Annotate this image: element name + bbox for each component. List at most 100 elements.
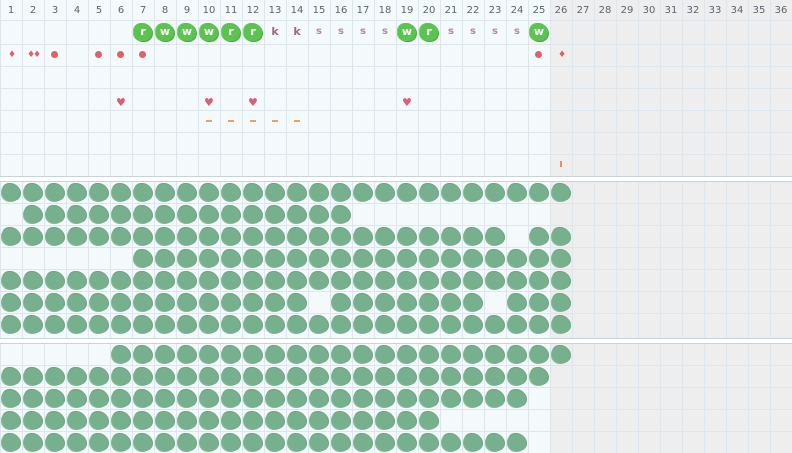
status-letter-k[interactable]: k bbox=[286, 23, 308, 41]
status-badge-w[interactable]: w bbox=[178, 23, 196, 41]
section-1-blob[interactable] bbox=[376, 294, 394, 311]
section-1-blob[interactable] bbox=[332, 184, 350, 201]
section-1-blob[interactable] bbox=[90, 184, 108, 201]
section-2-blob[interactable] bbox=[266, 412, 284, 429]
column-header[interactable]: 18 bbox=[374, 0, 396, 20]
section-2-blob[interactable] bbox=[288, 346, 306, 363]
status-letter-s[interactable]: s bbox=[352, 23, 374, 41]
section-2-blob[interactable] bbox=[156, 412, 174, 429]
section-2-blob[interactable] bbox=[420, 368, 438, 385]
column-header[interactable]: 27 bbox=[572, 0, 594, 20]
section-2-blob[interactable] bbox=[486, 368, 504, 385]
column-header[interactable]: 9 bbox=[176, 0, 198, 20]
status-letter-s[interactable]: s bbox=[308, 23, 330, 41]
section-1-blob[interactable] bbox=[420, 272, 438, 289]
section-2-blob[interactable] bbox=[46, 390, 64, 407]
column-header[interactable]: 28 bbox=[594, 0, 616, 20]
section-1-blob[interactable] bbox=[222, 250, 240, 267]
section-1-blob[interactable] bbox=[354, 228, 372, 245]
section-2-blob[interactable] bbox=[200, 434, 218, 451]
section-1-blob[interactable] bbox=[310, 316, 328, 333]
section-2-blob[interactable] bbox=[508, 346, 526, 363]
section-2-blob[interactable] bbox=[332, 434, 350, 451]
section-1-blob[interactable] bbox=[2, 228, 20, 245]
status-letter-s[interactable]: s bbox=[506, 23, 528, 41]
column-header[interactable]: 19 bbox=[396, 0, 418, 20]
section-1-blob[interactable] bbox=[464, 184, 482, 201]
section-1-blob[interactable] bbox=[552, 184, 570, 201]
section-2-blob[interactable] bbox=[420, 434, 438, 451]
section-1-blob[interactable] bbox=[134, 184, 152, 201]
section-2-blob[interactable] bbox=[2, 434, 20, 451]
section-2-blob[interactable] bbox=[354, 368, 372, 385]
section-2-blob[interactable] bbox=[90, 412, 108, 429]
section-2-blob[interactable] bbox=[68, 412, 86, 429]
drop-icon[interactable]: ♦ bbox=[8, 50, 16, 60]
section-1-blob[interactable] bbox=[552, 294, 570, 311]
status-badge-w[interactable]: w bbox=[530, 23, 548, 41]
section-1-blob[interactable] bbox=[442, 272, 460, 289]
section-2-blob[interactable] bbox=[398, 412, 416, 429]
section-2-blob[interactable] bbox=[398, 434, 416, 451]
section-1-blob[interactable] bbox=[112, 228, 130, 245]
section-1-blob[interactable] bbox=[46, 294, 64, 311]
section-1-blob[interactable] bbox=[112, 206, 130, 223]
section-1-blob[interactable] bbox=[200, 272, 218, 289]
section-1-blob[interactable] bbox=[376, 228, 394, 245]
dash-marker[interactable] bbox=[206, 120, 212, 122]
marker-dot[interactable] bbox=[95, 51, 102, 58]
section-1-blob[interactable] bbox=[266, 206, 284, 223]
section-2-blob[interactable] bbox=[244, 412, 262, 429]
section-1-blob[interactable] bbox=[178, 250, 196, 267]
status-letter-s[interactable]: s bbox=[330, 23, 352, 41]
section-1-blob[interactable] bbox=[112, 272, 130, 289]
section-1-blob[interactable] bbox=[156, 272, 174, 289]
section-1-blob[interactable] bbox=[376, 316, 394, 333]
status-badge-r[interactable]: r bbox=[222, 23, 240, 41]
section-1-blob[interactable] bbox=[442, 228, 460, 245]
section-1-blob[interactable] bbox=[310, 184, 328, 201]
column-header[interactable]: 16 bbox=[330, 0, 352, 20]
section-1-blob[interactable] bbox=[222, 206, 240, 223]
section-2-blob[interactable] bbox=[200, 346, 218, 363]
section-1-blob[interactable] bbox=[200, 316, 218, 333]
section-1-blob[interactable] bbox=[420, 250, 438, 267]
section-1-blob[interactable] bbox=[288, 294, 306, 311]
section-1-blob[interactable] bbox=[266, 316, 284, 333]
section-1-blob[interactable] bbox=[508, 272, 526, 289]
section-2-blob[interactable] bbox=[178, 434, 196, 451]
section-2-blob[interactable] bbox=[134, 346, 152, 363]
status-badge-w[interactable]: w bbox=[156, 23, 174, 41]
section-1-blob[interactable] bbox=[2, 316, 20, 333]
section-2-blob[interactable] bbox=[288, 368, 306, 385]
column-header[interactable]: 17 bbox=[352, 0, 374, 20]
section-1-blob[interactable] bbox=[288, 316, 306, 333]
heart-icon[interactable]: ♥ bbox=[248, 97, 258, 108]
section-1-blob[interactable] bbox=[508, 316, 526, 333]
section-1-blob[interactable] bbox=[398, 316, 416, 333]
section-1-blob[interactable] bbox=[552, 272, 570, 289]
section-2-blob[interactable] bbox=[442, 390, 460, 407]
section-2-blob[interactable] bbox=[2, 412, 20, 429]
section-2-blob[interactable] bbox=[222, 412, 240, 429]
section-1-blob[interactable] bbox=[112, 184, 130, 201]
section-1-blob[interactable] bbox=[442, 294, 460, 311]
dash-marker[interactable] bbox=[272, 120, 278, 122]
section-1-blob[interactable] bbox=[310, 228, 328, 245]
section-1-blob[interactable] bbox=[24, 294, 42, 311]
column-header[interactable]: 20 bbox=[418, 0, 440, 20]
section-2-blob[interactable] bbox=[332, 346, 350, 363]
section-1-blob[interactable] bbox=[68, 206, 86, 223]
section-2-blob[interactable] bbox=[310, 346, 328, 363]
section-1-blob[interactable] bbox=[464, 272, 482, 289]
section-2-blob[interactable] bbox=[288, 390, 306, 407]
section-2-blob[interactable] bbox=[178, 368, 196, 385]
section-1-blob[interactable] bbox=[90, 294, 108, 311]
section-1-blob[interactable] bbox=[134, 228, 152, 245]
section-2-blob[interactable] bbox=[178, 390, 196, 407]
section-2-blob[interactable] bbox=[508, 390, 526, 407]
tick-marker[interactable] bbox=[560, 161, 562, 167]
section-1-blob[interactable] bbox=[90, 206, 108, 223]
section-2-blob[interactable] bbox=[156, 390, 174, 407]
section-2-blob[interactable] bbox=[442, 346, 460, 363]
